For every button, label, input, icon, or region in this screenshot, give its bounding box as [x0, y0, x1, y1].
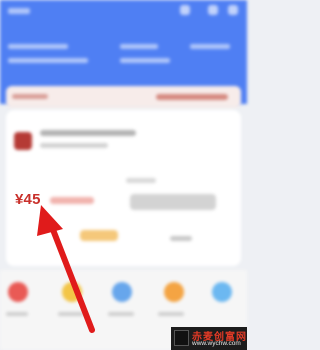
watermark-url: www.wychw.com: [192, 340, 241, 347]
site-watermark: 赤麦创富网 www.wychw.com: [171, 327, 247, 350]
red-pointer-arrow-icon: [37, 205, 95, 333]
watermark-logo-icon: [174, 330, 189, 346]
